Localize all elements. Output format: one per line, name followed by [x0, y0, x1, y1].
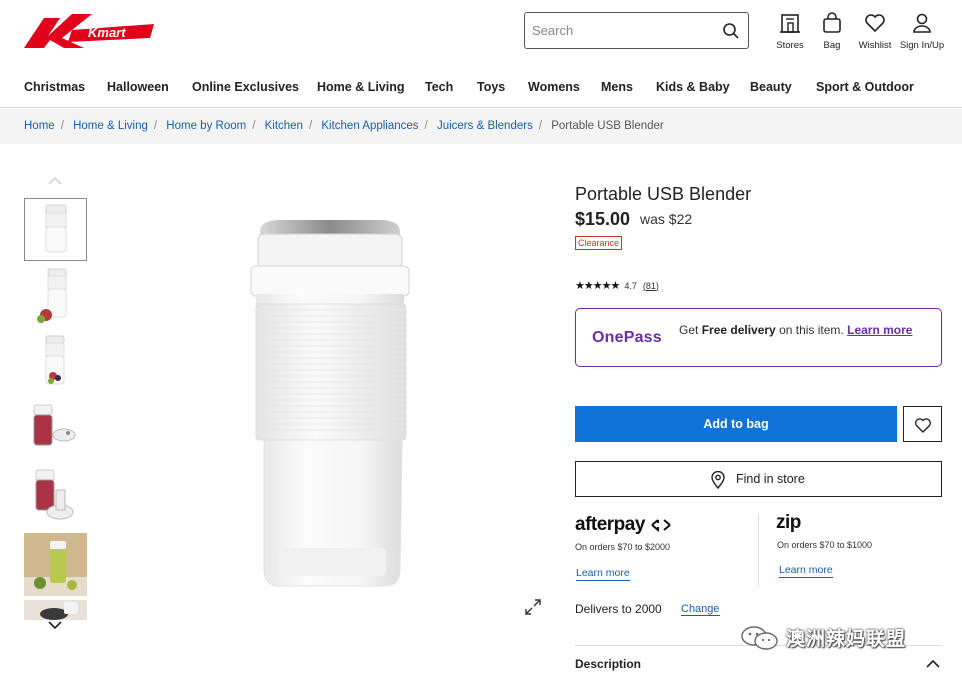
- thumbnail-5[interactable]: [24, 466, 87, 529]
- breadcrumb: Home / Home & Living / Home by Room / Kitch…: [0, 109, 962, 144]
- breadcrumb-current: Portable USB Blender: [551, 120, 664, 132]
- expand-icon[interactable]: [524, 598, 542, 616]
- nav-kids-baby[interactable]: Kids & Baby: [656, 80, 730, 94]
- afterpay-arrows-icon: [651, 519, 671, 533]
- afterpay-learn-more-link[interactable]: Learn more: [576, 567, 630, 581]
- find-in-store-label: Find in store: [736, 472, 805, 486]
- zip-terms: On orders $70 to $1000: [777, 540, 873, 550]
- nav-home-living[interactable]: Home & Living: [317, 80, 405, 94]
- wishlist-link[interactable]: Wishlist: [850, 12, 900, 51]
- afterpay-terms: On orders $70 to $2000: [575, 542, 671, 552]
- product-title: Portable USB Blender: [575, 184, 752, 204]
- sign-in-label: Sign In/Up: [899, 40, 945, 51]
- bag-icon: [823, 12, 841, 33]
- breadcrumb-juicers-blenders[interactable]: Juicers & Blenders: [437, 120, 533, 132]
- breadcrumb-kitchen[interactable]: Kitchen: [265, 120, 303, 132]
- find-in-store-button[interactable]: Find in store: [575, 461, 942, 497]
- location-pin-icon: [711, 471, 725, 489]
- nav-christmas[interactable]: Christmas: [24, 80, 85, 94]
- onepass-logo: OnePass: [592, 329, 662, 346]
- blender-fruit-thumbnail-image: [37, 268, 67, 323]
- blender-lifestyle-thumbnail-image: [24, 533, 87, 596]
- add-to-bag-button[interactable]: Add to bag: [575, 406, 897, 442]
- breadcrumb-separator: /: [538, 120, 543, 132]
- was-price: was $22: [640, 211, 693, 227]
- thumbnail-list: [24, 198, 87, 624]
- breadcrumb-separator: /: [252, 120, 256, 132]
- stores-label: Stores: [776, 40, 804, 51]
- blender-partial-thumbnail-image: [24, 600, 87, 620]
- description-heading[interactable]: Description: [575, 657, 641, 671]
- kmart-logo[interactable]: Kmart: [24, 10, 156, 52]
- thumbnail-6[interactable]: [24, 533, 87, 596]
- add-to-wishlist-button[interactable]: [903, 406, 942, 442]
- star-rating-icon: ★★★★★: [575, 280, 620, 292]
- breadcrumb-home-living[interactable]: Home & Living: [73, 120, 148, 132]
- product-main-image[interactable]: [220, 210, 440, 595]
- store-icon: [780, 14, 800, 33]
- onepass-learn-more-link[interactable]: Learn more: [847, 323, 912, 337]
- product-price: $15.00: [575, 209, 631, 229]
- review-count[interactable]: (81): [643, 281, 659, 291]
- blender-red-juice-thumbnail-image: [33, 404, 76, 446]
- zip-learn-more-link[interactable]: Learn more: [779, 564, 833, 578]
- wechat-icon: [741, 625, 778, 650]
- afterpay-wordmark: afterpay: [575, 514, 645, 535]
- nav-mens[interactable]: Mens: [601, 80, 633, 94]
- search-box[interactable]: [524, 12, 749, 49]
- blender-lid-off-thumbnail-image: [35, 469, 74, 520]
- search-input[interactable]: [525, 13, 710, 48]
- thumbnail-2[interactable]: [24, 265, 87, 328]
- nav-halloween[interactable]: Halloween: [107, 80, 169, 94]
- thumbnail-3[interactable]: [24, 332, 87, 395]
- onepass-text-suffix: on this item.: [775, 323, 848, 337]
- chevron-down-icon[interactable]: [47, 620, 63, 630]
- product-rating[interactable]: ★★★★★ 4.7 (81): [575, 279, 659, 292]
- change-postcode-link[interactable]: Change: [681, 603, 720, 616]
- chevron-up-icon[interactable]: [925, 659, 941, 669]
- heart-icon: [865, 14, 885, 33]
- watermark: 澳洲辣妈联盟: [740, 624, 906, 651]
- blender-berries-thumbnail-image: [45, 335, 65, 385]
- chevron-up-icon[interactable]: [47, 176, 63, 186]
- breadcrumb-separator: /: [424, 120, 428, 132]
- wishlist-label: Wishlist: [858, 40, 892, 51]
- nav-online-exclusives[interactable]: Online Exclusives: [192, 80, 299, 94]
- clearance-badge: Clearance: [575, 236, 623, 250]
- nav-womens[interactable]: Womens: [528, 80, 580, 94]
- payment-divider: [758, 514, 759, 586]
- onepass-banner: OnePass Get Free delivery on this item. …: [575, 308, 942, 367]
- onepass-text-prefix: Get: [679, 323, 702, 337]
- nav-toys[interactable]: Toys: [477, 80, 505, 94]
- breadcrumb-kitchen-appliances[interactable]: Kitchen Appliances: [321, 120, 418, 132]
- breadcrumb-home[interactable]: Home: [24, 120, 55, 132]
- afterpay-logo: afterpay: [575, 514, 672, 536]
- blender-thumbnail-image: [45, 204, 67, 253]
- sign-in-link[interactable]: Sign In/Up: [897, 12, 947, 51]
- logo-wordmark: Kmart: [88, 25, 126, 40]
- site-header: Kmart Stores Bag Wishlist: [0, 0, 962, 108]
- review-count-value: 81: [645, 280, 656, 291]
- nav-tech[interactable]: Tech: [425, 80, 453, 94]
- delivery-postcode: Delivers to 2000: [575, 602, 662, 616]
- zip-logo: zip: [776, 512, 801, 533]
- nav-sport-outdoor[interactable]: Sport & Outdoor: [816, 80, 914, 94]
- thumbnail-4[interactable]: [24, 399, 87, 462]
- thumbnail-7[interactable]: [24, 600, 87, 620]
- watermark-text: 澳洲辣妈联盟: [786, 629, 907, 650]
- breadcrumb-home-by-room[interactable]: Home by Room: [166, 120, 246, 132]
- onepass-free-delivery: Free delivery: [701, 323, 776, 337]
- rating-score: 4.7: [624, 280, 637, 291]
- user-icon: [913, 13, 931, 33]
- breadcrumb-separator: /: [308, 120, 313, 132]
- nav-beauty[interactable]: Beauty: [750, 80, 792, 94]
- onepass-message: Get Free delivery on this item. Learn mo…: [679, 323, 929, 337]
- breadcrumb-separator: /: [153, 120, 158, 132]
- heart-icon: [914, 418, 932, 433]
- search-icon[interactable]: [722, 22, 740, 40]
- bag-label: Bag: [823, 40, 841, 51]
- thumbnail-1[interactable]: [24, 198, 87, 261]
- breadcrumb-separator: /: [60, 120, 64, 132]
